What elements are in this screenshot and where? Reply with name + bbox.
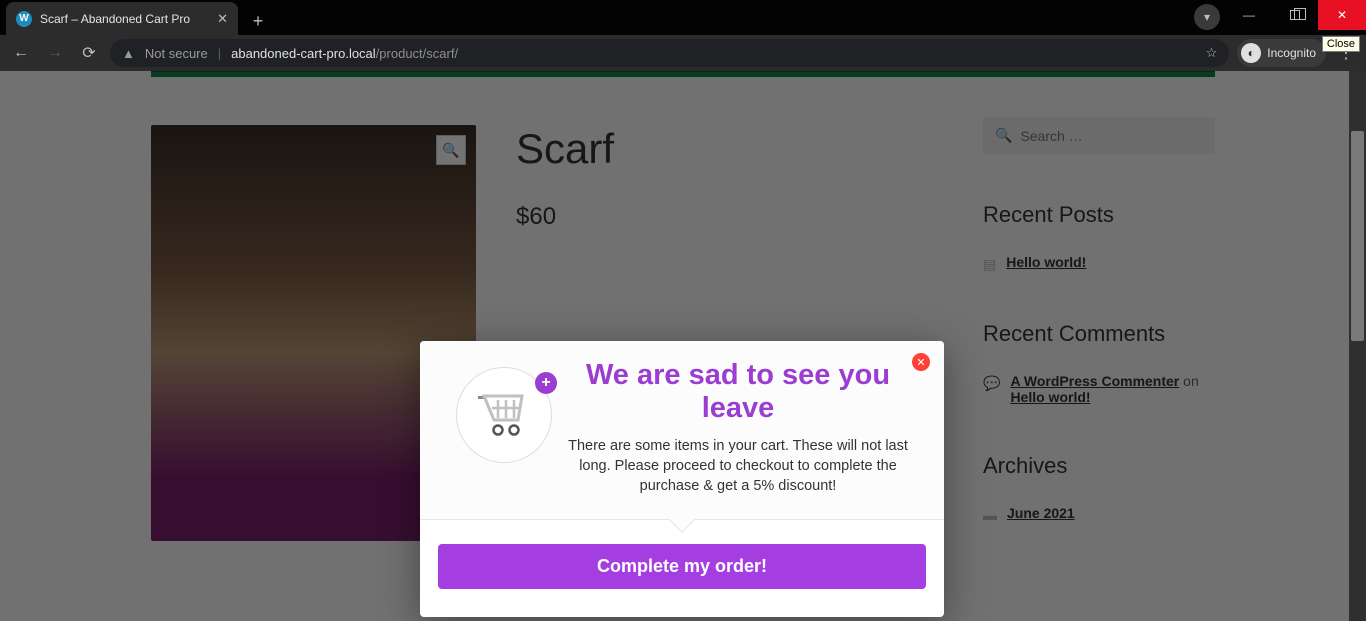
window-minimize-button[interactable]: — xyxy=(1226,0,1272,30)
url-host: abandoned-cart-pro.local xyxy=(231,46,376,61)
cart-icon: + xyxy=(456,367,552,463)
modal-divider xyxy=(420,519,944,520)
forward-button[interactable]: → xyxy=(42,40,68,66)
modal-close-button[interactable]: ✕ xyxy=(912,353,930,371)
scrollbar-thumb[interactable] xyxy=(1351,131,1364,341)
not-secure-label: Not secure xyxy=(145,46,208,61)
modal-heading: We are sad to see you leave xyxy=(568,359,908,426)
close-tooltip: Close xyxy=(1322,36,1360,52)
url-path: /product/scarf/ xyxy=(376,46,458,61)
plus-badge-icon: + xyxy=(535,372,557,394)
complete-order-button[interactable]: Complete my order! xyxy=(438,544,926,589)
downloads-icon[interactable]: ▾ xyxy=(1194,4,1220,30)
address-bar[interactable]: ▲ Not secure | abandoned-cart-pro.local/… xyxy=(110,39,1229,67)
back-button[interactable]: ← xyxy=(8,40,34,66)
modal-message: There are some items in your cart. These… xyxy=(568,436,908,497)
wordpress-favicon: W xyxy=(16,11,32,27)
tab-close-icon[interactable]: ✕ xyxy=(217,11,228,27)
vertical-scrollbar[interactable] xyxy=(1349,71,1366,621)
reload-button[interactable]: ⟳ xyxy=(76,40,102,66)
window-restore-button[interactable] xyxy=(1272,0,1318,30)
incognito-badge[interactable]: ◐ Incognito xyxy=(1237,39,1326,67)
browser-tab[interactable]: W Scarf – Abandoned Cart Pro ✕ xyxy=(6,2,238,35)
not-secure-icon: ▲ xyxy=(122,46,135,61)
bookmark-star-icon[interactable]: ☆ xyxy=(1206,45,1218,61)
incognito-label: Incognito xyxy=(1267,46,1316,60)
browser-toolbar: ← → ⟳ ▲ Not secure | abandoned-cart-pro.… xyxy=(0,35,1366,71)
tab-title: Scarf – Abandoned Cart Pro xyxy=(40,12,209,26)
incognito-icon: ◐ xyxy=(1241,43,1261,63)
exit-intent-modal: ✕ + xyxy=(420,341,944,617)
new-tab-button[interactable]: + xyxy=(244,7,272,35)
window-close-button[interactable]: ✕ xyxy=(1318,0,1366,30)
